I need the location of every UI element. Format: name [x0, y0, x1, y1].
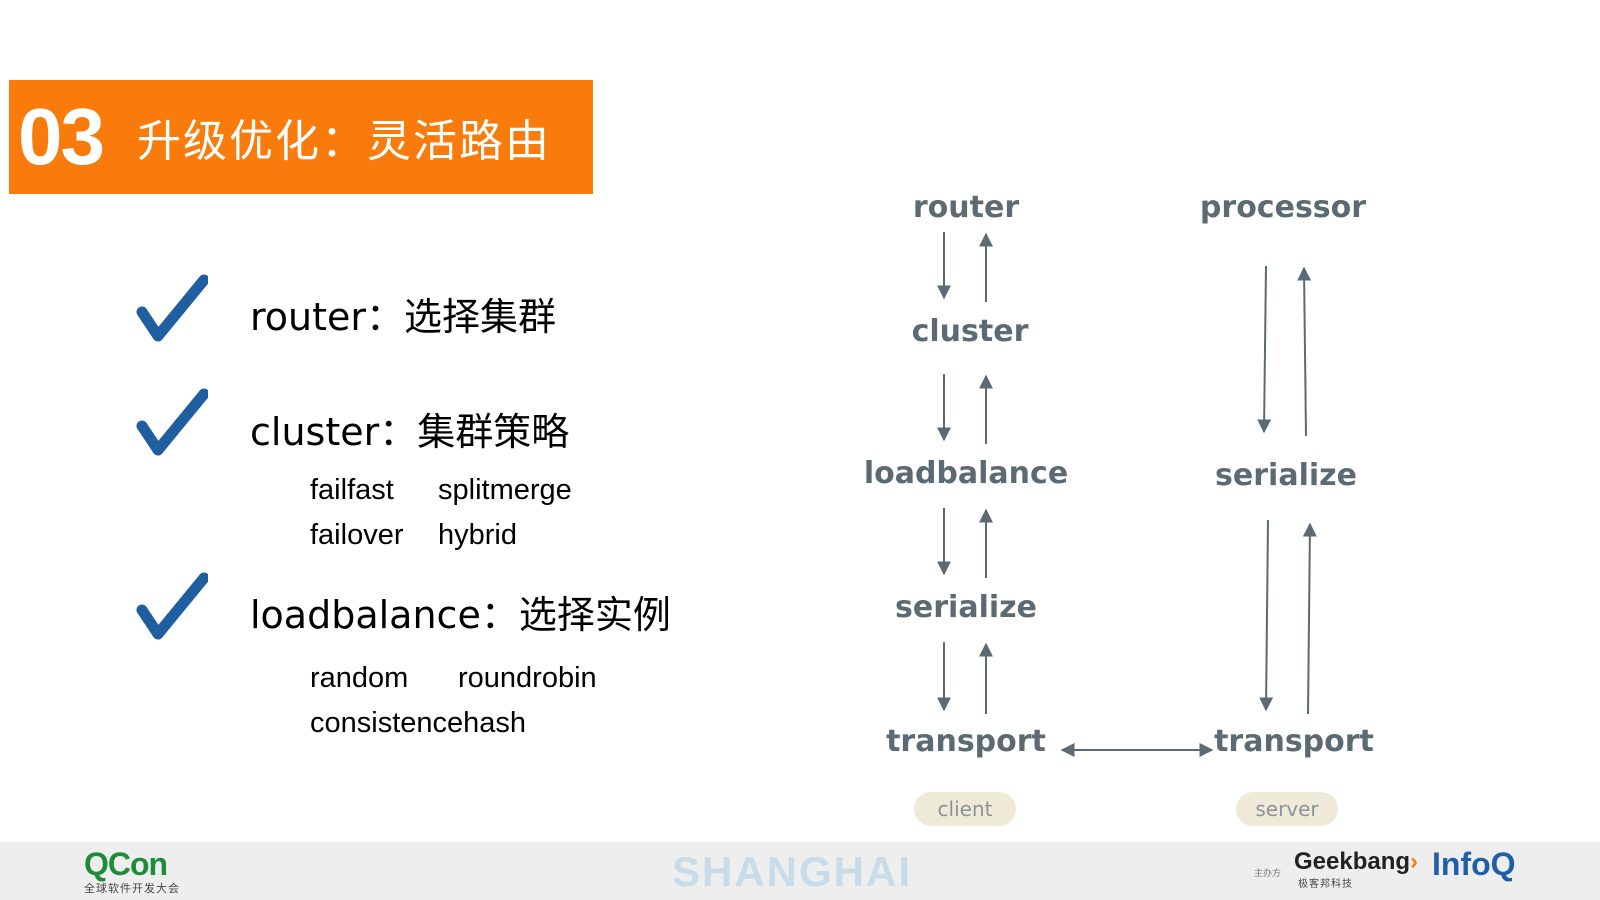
- geekbang-subtitle: 极客邦科技: [1298, 879, 1353, 890]
- down-arrow: [1257, 265, 1272, 434]
- client-node-serialize: serialize: [895, 590, 1037, 625]
- flow-diagram: [937, 232, 1317, 757]
- server-node-transport: transport: [1214, 724, 1374, 759]
- geekbang-logo: Geekbang›: [1294, 850, 1418, 874]
- sponsor-label: 主办方: [1254, 869, 1282, 879]
- qcon-wordmark: QCon: [84, 846, 168, 882]
- qcon-logo: QCon 全球软件开发大会: [84, 848, 180, 896]
- geekbang-wordmark: Geekbang: [1294, 848, 1411, 875]
- client-node-loadbalance: loadbalance: [863, 456, 1069, 491]
- server-node-serialize: serialize: [1215, 458, 1357, 493]
- chevron-right-icon: ›: [1410, 848, 1419, 875]
- server-node-processor: processor: [1199, 190, 1367, 225]
- infoq-logo: InfoQ: [1432, 846, 1516, 882]
- server-label: server: [1236, 792, 1338, 826]
- client-node-router: router: [912, 190, 1020, 225]
- down-arrow: [1259, 519, 1274, 712]
- client-node-cluster: cluster: [911, 314, 1029, 349]
- up-arrow: [1302, 522, 1317, 715]
- client-node-transport: transport: [886, 724, 1046, 759]
- up-arrow: [1297, 266, 1312, 437]
- qcon-subtitle: 全球软件开发大会: [84, 882, 180, 895]
- footer: QCon 全球软件开发大会 SHANGHAI 主办方 Geekbang› 极客邦…: [0, 842, 1600, 900]
- client-label: client: [914, 792, 1016, 826]
- city-name: SHANGHAI: [672, 848, 913, 895]
